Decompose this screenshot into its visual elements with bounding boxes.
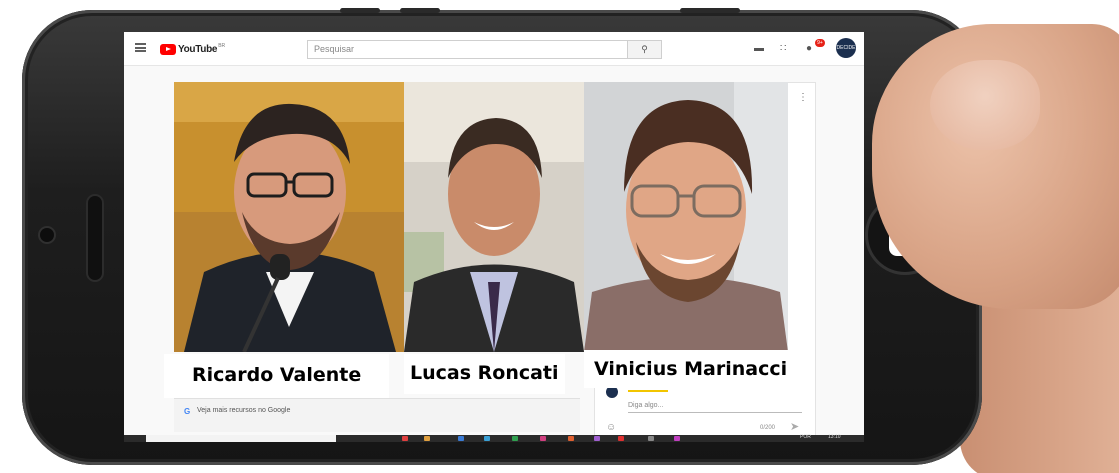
taskbar-app-icon[interactable] — [674, 436, 680, 441]
chat-message-input[interactable]: Diga algo... — [628, 402, 663, 409]
hamburger-menu-icon[interactable] — [135, 43, 146, 52]
phone-side-button — [400, 8, 440, 13]
thumb-nail — [930, 60, 1040, 150]
search-icon: ⚲ — [641, 44, 648, 54]
google-g-icon: G — [184, 407, 191, 416]
name-label-ricardo: Ricardo Valente — [164, 354, 390, 398]
google-resources-link[interactable]: Veja mais recursos no Google — [197, 407, 290, 414]
phone-screen: YouTube BR Pesquisar ⚲ ▬ ∷ ● 9+ DECIDE ⋮… — [124, 32, 864, 442]
youtube-header: YouTube BR Pesquisar ⚲ ▬ ∷ ● 9+ DECIDE — [124, 32, 864, 66]
photo-lucas-roncati — [404, 82, 584, 352]
search-button[interactable]: ⚲ — [628, 40, 662, 59]
name-label-vinicius: Vinicius Marinacci — [584, 350, 798, 388]
taskbar-app-icon[interactable] — [512, 436, 518, 441]
video-camera-icon[interactable]: ▬ — [754, 43, 764, 55]
phone-side-button — [340, 8, 380, 13]
taskbar-search[interactable] — [146, 435, 336, 442]
taskbar-clock: 13:10 — [828, 434, 841, 440]
taskbar-app-icon[interactable] — [540, 436, 546, 441]
chat-username-bar — [628, 390, 668, 392]
chat-input-underline — [628, 412, 802, 413]
youtube-logo-text: YouTube — [178, 43, 218, 55]
emoji-icon[interactable]: ☺ — [606, 422, 616, 433]
search-input[interactable]: Pesquisar — [307, 40, 628, 59]
photo-ricardo-valente — [174, 82, 404, 352]
google-resources-bar — [174, 398, 580, 432]
char-counter: 0/200 — [760, 425, 776, 431]
more-options-icon[interactable]: ⋮ — [798, 92, 808, 103]
front-camera-icon — [40, 228, 54, 242]
youtube-region: BR — [218, 43, 226, 49]
notification-badge: 9+ — [815, 39, 825, 47]
avatar[interactable]: DECIDE — [836, 38, 856, 58]
youtube-play-icon — [160, 43, 176, 55]
send-icon[interactable]: ➤ — [790, 420, 799, 433]
youtube-logo[interactable]: YouTube BR — [160, 42, 225, 56]
bell-icon[interactable]: ● — [806, 43, 812, 55]
taskbar-app-icon[interactable] — [424, 436, 430, 441]
name-label-lucas: Lucas Roncati — [404, 354, 565, 394]
taskbar-app-icon[interactable] — [484, 436, 490, 441]
photo-vinicius-marinacci — [584, 82, 788, 352]
taskbar-app-icon[interactable] — [594, 436, 600, 441]
taskbar-app-icon[interactable] — [648, 436, 654, 441]
phone-side-button — [680, 8, 740, 13]
taskbar-app-icon[interactable] — [402, 436, 408, 441]
taskbar-app-icon[interactable] — [458, 436, 464, 441]
apps-grid-icon[interactable]: ∷ — [780, 43, 786, 55]
taskbar-app-icon[interactable] — [568, 436, 574, 441]
speaker-grille — [88, 196, 102, 280]
taskbar-app-icon[interactable] — [618, 436, 624, 441]
taskbar-language: POR — [800, 434, 811, 440]
